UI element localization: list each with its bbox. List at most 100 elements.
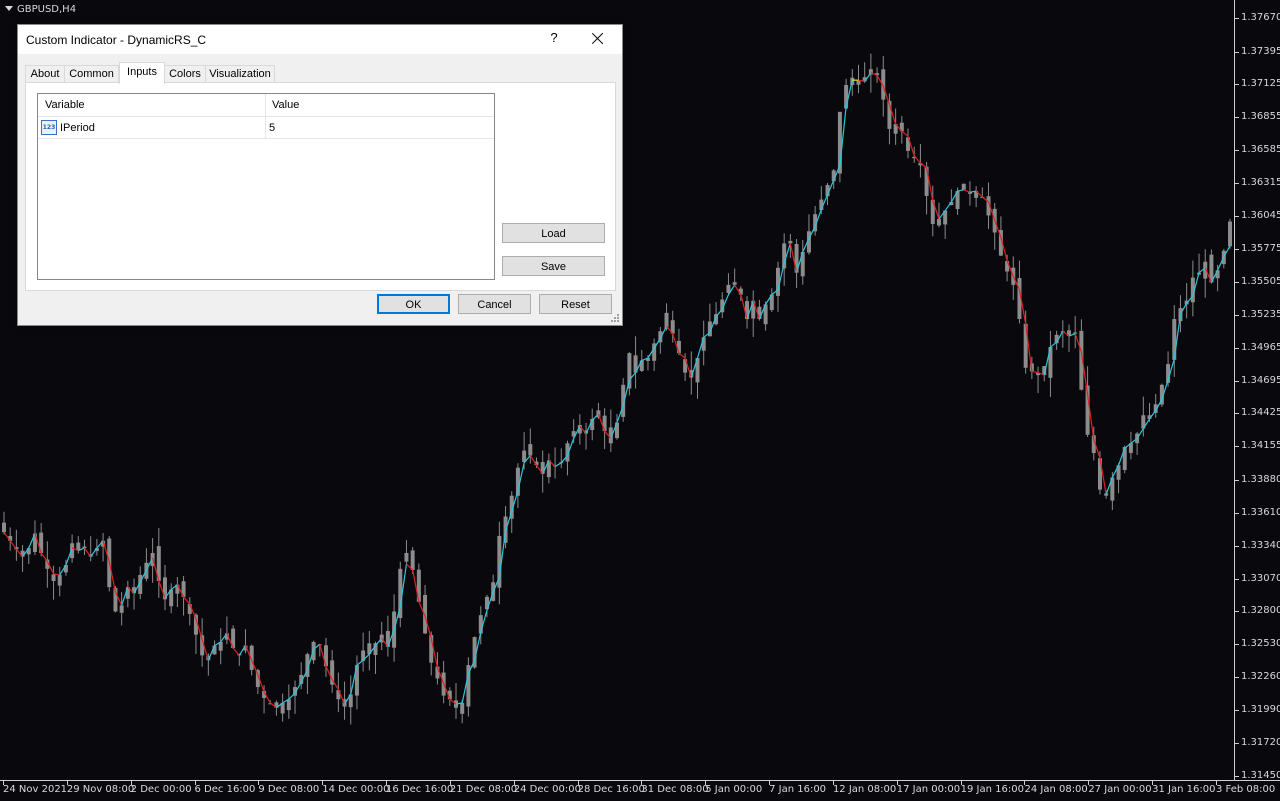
tab-common[interactable]: Common: [64, 65, 119, 83]
candle-body: [1172, 319, 1177, 360]
load-button[interactable]: Load: [502, 223, 605, 243]
time-label: 24 Jan 08:00: [1024, 784, 1088, 795]
time-scale[interactable]: 24 Nov 2021 29 Nov 08:00 2 Dec 00:00 6 Dec …: [0, 780, 1280, 801]
price-label: 1.36315: [1241, 177, 1280, 189]
close-icon[interactable]: [588, 29, 608, 49]
symbol-label: GBPUSD,H4: [5, 4, 76, 15]
value-cell[interactable]: 5: [269, 122, 275, 134]
price-label: 1.35505: [1241, 275, 1280, 287]
time-label: 5 Jan 00:00: [705, 784, 763, 795]
indicator-line-segment: [1149, 410, 1157, 420]
table-row[interactable]: 123 IPeriod 5: [38, 117, 494, 139]
candle-body: [788, 240, 793, 244]
dialog-titlebar[interactable]: Custom Indicator - DynamicRS_C ?: [18, 25, 622, 54]
price-tick: [1235, 84, 1239, 86]
time-label: 3 Feb 08:00: [1216, 784, 1276, 795]
indicator-line-segment: [84, 547, 92, 557]
candle-body: [732, 282, 737, 285]
resize-grip-icon[interactable]: [610, 313, 620, 323]
indicator-line-segment: [9, 540, 17, 550]
time-label: 28 Dec 16:00: [577, 784, 645, 795]
reset-button[interactable]: Reset: [539, 294, 612, 314]
indicator-line-segment: [901, 130, 909, 137]
price-tick: [1235, 51, 1239, 53]
save-button[interactable]: Save: [502, 256, 605, 276]
ok-button[interactable]: OK: [377, 294, 450, 314]
tab-visualization[interactable]: Visualization: [205, 65, 275, 83]
variable-cell[interactable]: IPeriod: [60, 122, 95, 134]
price-tick: [1235, 347, 1239, 349]
price-label: 1.37125: [1241, 78, 1280, 90]
price-label: 1.35775: [1241, 242, 1280, 254]
price-label: 1.34425: [1241, 407, 1280, 419]
price-tick: [1235, 281, 1239, 283]
candle-body: [1228, 221, 1232, 247]
time-label: 24 Dec 00:00: [513, 784, 581, 795]
indicator-line-segment: [356, 659, 364, 666]
price-tick: [1235, 611, 1239, 613]
column-divider[interactable]: [265, 94, 266, 116]
price-tick: [1235, 18, 1239, 19]
column-header-value[interactable]: Value: [272, 99, 299, 111]
price-tick: [1235, 677, 1239, 679]
price-tick: [1235, 183, 1239, 185]
indicator-line-segment: [864, 72, 872, 82]
price-tick: [1235, 743, 1239, 745]
time-label: 6 Dec 16:00: [194, 784, 256, 795]
column-divider: [265, 117, 266, 138]
indicator-line-segment: [715, 308, 723, 317]
indicator-line-segment: [957, 189, 964, 192]
price-tick: [1235, 117, 1239, 119]
price-label: 1.33610: [1241, 506, 1280, 518]
indicator-line-segment: [944, 201, 952, 211]
column-header-variable[interactable]: Variable: [45, 99, 85, 111]
integer-type-icon: 123: [41, 120, 57, 135]
price-label: 1.32530: [1241, 638, 1280, 650]
indicator-line-segment: [90, 547, 98, 557]
indicator-line-segment: [40, 552, 48, 562]
price-tick: [1235, 578, 1239, 580]
price-tick: [1235, 248, 1239, 250]
price-tick: [1235, 644, 1239, 646]
price-label: 1.32800: [1241, 605, 1280, 617]
indicator-line-segment: [678, 352, 686, 359]
candle-body: [404, 552, 409, 562]
candle-body: [410, 550, 415, 571]
price-tick: [1235, 216, 1239, 218]
time-label: 31 Jan 16:00: [1152, 784, 1216, 795]
price-label: 1.32260: [1241, 671, 1280, 683]
tab-inputs[interactable]: Inputs: [119, 62, 165, 84]
price-label: 1.34155: [1241, 440, 1280, 452]
price-tick: [1235, 710, 1239, 712]
indicator-line-segment: [288, 692, 296, 700]
indicator-line-segment: [554, 462, 562, 467]
price-tick: [1235, 150, 1239, 152]
inputs-table[interactable]: Variable Value 123 IPeriod 5: [37, 93, 495, 280]
time-label: 27 Jan 00:00: [1088, 784, 1152, 795]
time-label: 16 Dec 16:00: [386, 784, 454, 795]
time-label: 7 Jan 16:00: [769, 784, 827, 795]
table-header: Variable Value: [38, 94, 494, 117]
indicator-line-segment: [183, 596, 191, 605]
candle-body: [2, 522, 6, 533]
time-label: 9 Dec 08:00: [258, 784, 320, 795]
time-label: 19 Jan 16:00: [960, 784, 1024, 795]
price-label: 1.33340: [1241, 539, 1280, 551]
indicator-line-segment: [920, 162, 927, 169]
price-scale[interactable]: 1.37670 1.37395 1.37125 1.36855 1.36585 1.363…: [1234, 0, 1280, 781]
candle-body: [286, 699, 291, 711]
cancel-button[interactable]: Cancel: [458, 294, 531, 314]
indicator-line-segment: [1031, 370, 1039, 374]
time-label: 17 Jan 00:00: [896, 784, 961, 795]
dropdown-triangle-icon: [5, 6, 13, 11]
tab-about[interactable]: About: [25, 65, 65, 83]
price-tick: [1235, 446, 1239, 448]
price-tick: [1235, 413, 1239, 415]
time-label: 29 Nov 08:00: [66, 784, 135, 795]
time-label: 2 Dec 00:00: [130, 784, 192, 795]
dialog-title: Custom Indicator - DynamicRS_C: [26, 33, 207, 47]
price-label: 1.34965: [1241, 341, 1280, 353]
tab-colors[interactable]: Colors: [164, 65, 206, 83]
help-button[interactable]: ?: [546, 30, 562, 48]
time-label: 31 Dec 08:00: [641, 784, 709, 795]
